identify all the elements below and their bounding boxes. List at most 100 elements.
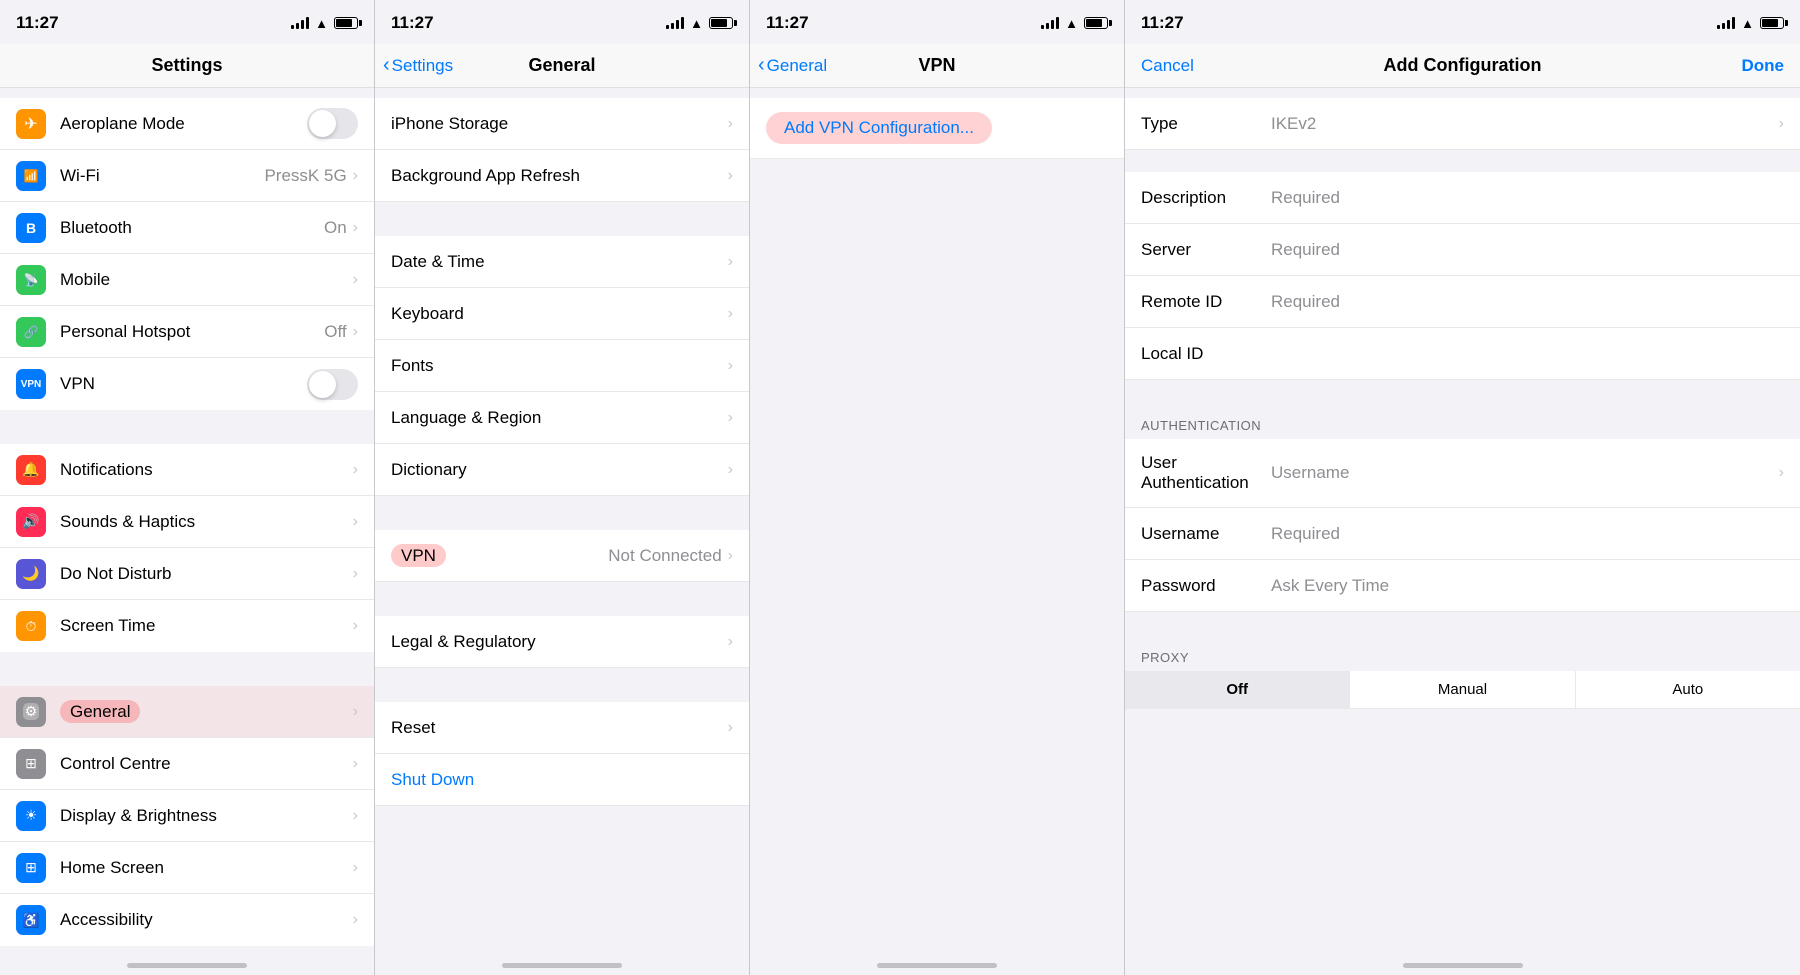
hotspot-value: Off bbox=[324, 322, 346, 342]
password-placeholder: Ask Every Time bbox=[1271, 576, 1784, 596]
vpn-panel: 11:27 ▲ ‹ General VPN Add VPN Configurat… bbox=[750, 0, 1125, 975]
description-placeholder: Required bbox=[1271, 188, 1784, 208]
cancel-button[interactable]: Cancel bbox=[1141, 56, 1194, 76]
vpn-toggle[interactable] bbox=[307, 369, 358, 400]
wifi-chevron: › bbox=[353, 167, 358, 185]
general-vpn-row[interactable]: VPN Not Connected › bbox=[375, 530, 749, 582]
vpn-list: Add VPN Configuration... bbox=[750, 88, 1124, 955]
mobile-row[interactable]: 📡 Mobile › bbox=[0, 254, 374, 306]
airplane-row[interactable]: ✈ Aeroplane Mode bbox=[0, 98, 374, 150]
dictionary-row[interactable]: Dictionary › bbox=[375, 444, 749, 496]
remoteid-row[interactable]: Remote ID Required bbox=[1125, 276, 1800, 328]
add-vpn-row[interactable]: Add VPN Configuration... bbox=[750, 98, 1124, 159]
bluetooth-icon: B bbox=[16, 213, 46, 243]
status-icons-4: ▲ bbox=[1717, 16, 1784, 31]
proxy-section-label: PROXY bbox=[1125, 634, 1800, 671]
iphone-storage-label: iPhone Storage bbox=[391, 114, 728, 134]
battery-icon-2 bbox=[709, 17, 733, 29]
bg-refresh-row[interactable]: Background App Refresh › bbox=[375, 150, 749, 202]
shutdown-row[interactable]: Shut Down bbox=[375, 754, 749, 806]
general-back-button[interactable]: ‹ Settings bbox=[383, 56, 453, 76]
iphone-storage-row[interactable]: iPhone Storage › bbox=[375, 98, 749, 150]
wifi-icon-4: ▲ bbox=[1741, 16, 1754, 31]
mobile-chevron: › bbox=[353, 271, 358, 289]
general-sep-1 bbox=[375, 202, 749, 236]
type-chevron: › bbox=[1779, 115, 1784, 133]
legal-row[interactable]: Legal & Regulatory › bbox=[375, 616, 749, 668]
sounds-chevron: › bbox=[353, 513, 358, 531]
general-icon: ⚙ bbox=[16, 697, 46, 727]
proxy-manual-option[interactable]: Manual bbox=[1350, 671, 1575, 708]
wifi-label: Wi-Fi bbox=[60, 166, 264, 186]
general-list: iPhone Storage › Background App Refresh … bbox=[375, 88, 749, 955]
username-row[interactable]: Username Required bbox=[1125, 508, 1800, 560]
notifications-chevron: › bbox=[353, 461, 358, 479]
type-row[interactable]: Type IKEv2 › bbox=[1125, 98, 1800, 150]
wifi-icon-2: ▲ bbox=[690, 16, 703, 31]
user-auth-label: User Authentication bbox=[1141, 453, 1271, 493]
language-row[interactable]: Language & Region › bbox=[375, 392, 749, 444]
localid-label: Local ID bbox=[1141, 344, 1271, 364]
fonts-chevron: › bbox=[728, 357, 733, 375]
remoteid-label: Remote ID bbox=[1141, 292, 1271, 312]
sounds-label: Sounds & Haptics bbox=[60, 512, 353, 532]
hotspot-row[interactable]: 🔗 Personal Hotspot Off › bbox=[0, 306, 374, 358]
vpn-group: VPN Not Connected › bbox=[375, 530, 749, 582]
home-indicator-3 bbox=[750, 955, 1124, 975]
datetime-row[interactable]: Date & Time › bbox=[375, 236, 749, 288]
server-placeholder: Required bbox=[1271, 240, 1784, 260]
addconfig-title: Add Configuration bbox=[1384, 55, 1542, 76]
screentime-row[interactable]: ⏱ Screen Time › bbox=[0, 600, 374, 652]
password-label: Password bbox=[1141, 576, 1271, 596]
wifi-row[interactable]: 📶 Wi-Fi PressK 5G › bbox=[0, 150, 374, 202]
localid-row[interactable]: Local ID bbox=[1125, 328, 1800, 380]
datetime-chevron: › bbox=[728, 253, 733, 271]
hotspot-icon: 🔗 bbox=[16, 317, 46, 347]
username-placeholder: Required bbox=[1271, 524, 1784, 544]
legal-label: Legal & Regulatory bbox=[391, 632, 728, 652]
reset-label: Reset bbox=[391, 718, 728, 738]
brightness-row[interactable]: ☀ Display & Brightness › bbox=[0, 790, 374, 842]
homescreen-icon: ⊞ bbox=[16, 853, 46, 883]
remoteid-placeholder: Required bbox=[1271, 292, 1784, 312]
airplane-label: Aeroplane Mode bbox=[60, 114, 307, 134]
server-row[interactable]: Server Required bbox=[1125, 224, 1800, 276]
storage-group: iPhone Storage › Background App Refresh … bbox=[375, 98, 749, 202]
fonts-row[interactable]: Fonts › bbox=[375, 340, 749, 392]
signal-bars-3 bbox=[1041, 17, 1059, 29]
sounds-row[interactable]: 🔊 Sounds & Haptics › bbox=[0, 496, 374, 548]
config-list: Type IKEv2 › Description Required Server… bbox=[1125, 88, 1800, 955]
proxy-auto-option[interactable]: Auto bbox=[1576, 671, 1800, 708]
controlcentre-row[interactable]: ⊞ Control Centre › bbox=[0, 738, 374, 790]
keyboard-row[interactable]: Keyboard › bbox=[375, 288, 749, 340]
user-auth-row[interactable]: User Authentication Username › bbox=[1125, 439, 1800, 508]
accessibility-row[interactable]: ♿ Accessibility › bbox=[0, 894, 374, 946]
password-row[interactable]: Password Ask Every Time bbox=[1125, 560, 1800, 612]
description-row[interactable]: Description Required bbox=[1125, 172, 1800, 224]
reset-row[interactable]: Reset › bbox=[375, 702, 749, 754]
bluetooth-row[interactable]: B Bluetooth On › bbox=[0, 202, 374, 254]
fonts-label: Fonts bbox=[391, 356, 728, 376]
accessibility-label: Accessibility bbox=[60, 910, 353, 930]
vpn-row[interactable]: VPN VPN bbox=[0, 358, 374, 410]
shutdown-label: Shut Down bbox=[391, 770, 474, 790]
dnd-row[interactable]: 🌙 Do Not Disturb › bbox=[0, 548, 374, 600]
done-button[interactable]: Done bbox=[1742, 56, 1785, 76]
keyboard-group: Date & Time › Keyboard › Fonts › Languag… bbox=[375, 236, 749, 496]
server-label: Server bbox=[1141, 240, 1271, 260]
settings-panel: 11:27 ▲ Settings ✈ Aeroplane Mode bbox=[0, 0, 375, 975]
general-row[interactable]: ⚙ General › bbox=[0, 686, 374, 738]
bg-refresh-label: Background App Refresh bbox=[391, 166, 728, 186]
hotspot-chevron: › bbox=[353, 323, 358, 341]
proxy-segment: Off Manual Auto bbox=[1125, 671, 1800, 709]
homescreen-row[interactable]: ⊞ Home Screen › bbox=[0, 842, 374, 894]
airplane-toggle[interactable] bbox=[307, 108, 358, 139]
keyboard-chevron: › bbox=[728, 305, 733, 323]
vpn-back-button[interactable]: ‹ General bbox=[758, 56, 827, 76]
addconfig-nav: Cancel Add Configuration Done bbox=[1125, 44, 1800, 88]
bluetooth-label: Bluetooth bbox=[60, 218, 324, 238]
mobile-icon: 📡 bbox=[16, 265, 46, 295]
description-label: Description bbox=[1141, 188, 1271, 208]
notifications-row[interactable]: 🔔 Notifications › bbox=[0, 444, 374, 496]
proxy-off-option[interactable]: Off bbox=[1125, 671, 1350, 708]
